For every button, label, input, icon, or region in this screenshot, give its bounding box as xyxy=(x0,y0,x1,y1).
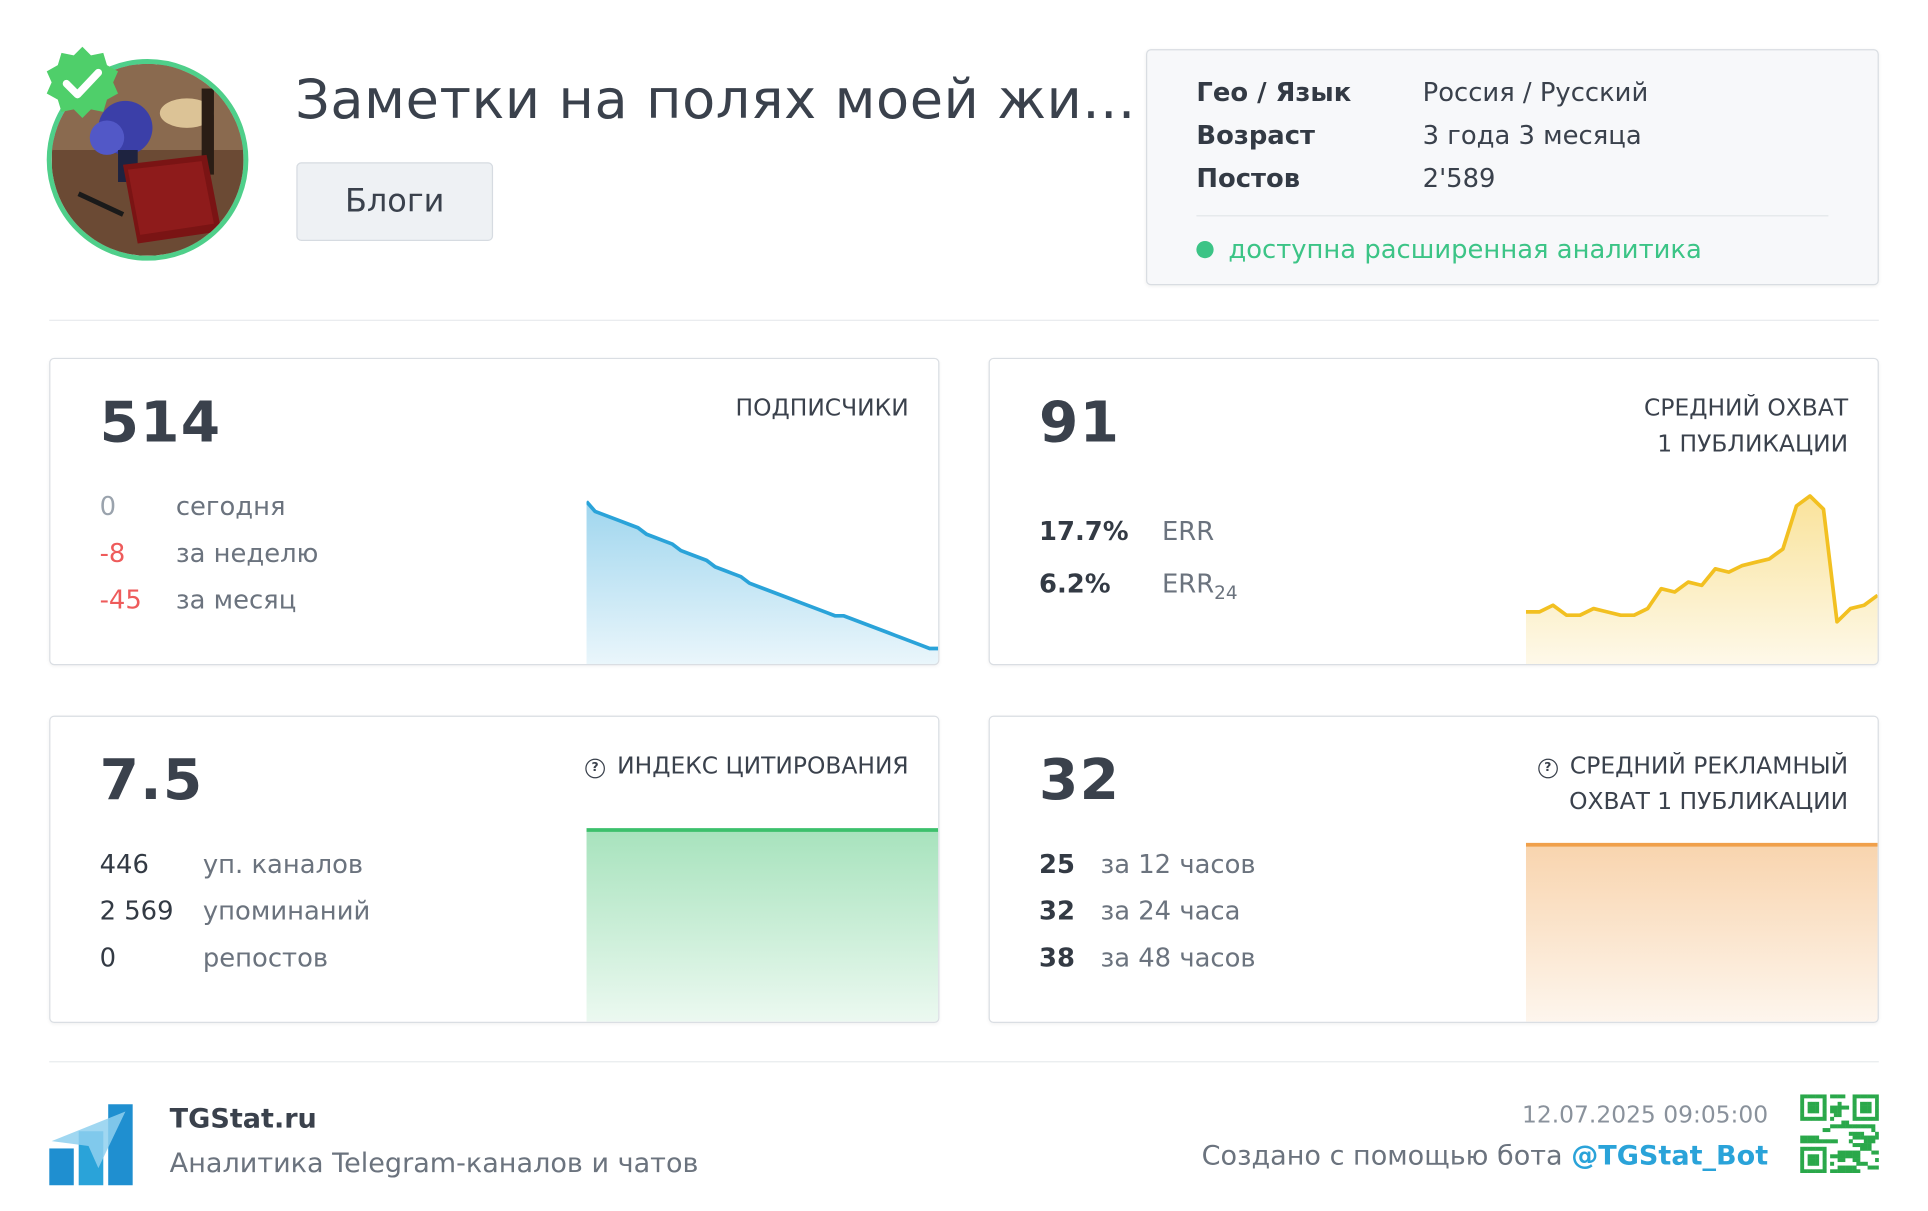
stat-number: -45 xyxy=(99,585,142,615)
subscribers-card: 514 ПОДПИСЧИКИ 0 сегодня -8 за неделю -4… xyxy=(49,357,940,666)
help-icon[interactable]: ? xyxy=(585,758,605,779)
reach-label-line1: СРЕДНИЙ ОХВАТ xyxy=(1644,394,1849,422)
err-subscript: 24 xyxy=(1214,581,1238,604)
sparkline-area xyxy=(586,829,939,1022)
info-key: Постов xyxy=(1196,163,1301,194)
citation-card: 7.5 ? ИНДЕКС ЦИТИРОВАНИЯ 446 уп. каналов … xyxy=(49,715,940,1024)
citation-index: 7.5 xyxy=(99,746,204,813)
qr-code-icon xyxy=(1800,1094,1879,1174)
info-value: 2'589 xyxy=(1422,163,1496,194)
stat-number: -8 xyxy=(99,538,126,569)
ad-reach-label-line2: ОХВАТ 1 ПУБЛИКАЦИИ xyxy=(1569,788,1849,816)
stat-text: ERR xyxy=(1161,516,1215,546)
brand-tagline: Аналитика Telegram-каналов и чатов xyxy=(169,1148,699,1180)
ad-reach-label: ? СРЕДНИЙ РЕКЛАМНЫЙ ОХВАТ 1 ПУБЛИКАЦИИ xyxy=(1537,749,1849,820)
status-dot-icon xyxy=(1196,241,1214,259)
sparkline-area xyxy=(1525,844,1878,1022)
tgstat-logo-icon[interactable] xyxy=(49,1104,133,1186)
reach-card: 91 СРЕДНИЙ ОХВАТ 1 ПУБЛИКАЦИИ 17.7% ERR … xyxy=(988,357,1879,666)
verified-badge-icon xyxy=(46,46,119,119)
stat-text: репостов xyxy=(202,943,329,973)
info-divider xyxy=(1196,215,1829,217)
citation-label: ? ИНДЕКС ЦИТИРОВАНИЯ xyxy=(585,749,909,785)
header-divider xyxy=(49,319,1879,321)
subscribers-sparkline xyxy=(586,482,939,664)
stat-text: за 12 часов xyxy=(1100,849,1256,880)
sparkline-area xyxy=(586,501,939,664)
channel-info-panel: Гео / Язык Россия / Русский Возраст 3 го… xyxy=(1145,49,1879,286)
channel-avatar-wrap xyxy=(46,46,249,261)
reach-value: 91 xyxy=(1039,388,1121,455)
stat-text: упоминаний xyxy=(202,896,371,926)
stat-text: ERR24 xyxy=(1162,569,1238,604)
citation-label-text: ИНДЕКС ЦИТИРОВАНИЯ xyxy=(617,752,909,780)
info-value: 3 года 3 месяца xyxy=(1422,120,1642,151)
stat-text: за 48 часов xyxy=(1100,943,1256,973)
footer-divider xyxy=(49,1061,1879,1063)
analytics-note-text: доступна расширенная аналитика xyxy=(1228,234,1702,265)
category-button[interactable]: Блоги xyxy=(296,162,494,242)
reach-label-line2: 1 ПУБЛИКАЦИИ xyxy=(1657,430,1849,458)
stat-number: 6.2% xyxy=(1039,569,1111,599)
stat-number: 32 xyxy=(1039,896,1075,926)
stat-number: 25 xyxy=(1039,849,1075,880)
analytics-status: доступна расширенная аналитика xyxy=(1196,234,1702,265)
ad-reach-card: 32 ? СРЕДНИЙ РЕКЛАМНЫЙ ОХВАТ 1 ПУБЛИКАЦИИ… xyxy=(988,715,1879,1024)
reach-label: СРЕДНИЙ ОХВАТ 1 ПУБЛИКАЦИИ xyxy=(1644,391,1848,462)
info-key: Гео / Язык xyxy=(1196,77,1352,107)
info-key: Возраст xyxy=(1196,120,1316,151)
stat-number: 38 xyxy=(1039,943,1075,973)
err-label: ERR xyxy=(1161,569,1215,599)
timestamp: 12.07.2025 09:05:00 xyxy=(1522,1101,1769,1129)
stat-text: сегодня xyxy=(175,491,286,522)
stat-text: за месяц xyxy=(175,585,297,615)
subscribers-count: 514 xyxy=(99,388,222,455)
citation-sparkline xyxy=(586,820,939,1022)
info-value: Россия / Русский xyxy=(1422,77,1649,107)
brand-name[interactable]: TGStat.ru xyxy=(170,1104,317,1135)
stat-number: 2 569 xyxy=(99,896,174,926)
bot-link[interactable]: @TGStat_Bot xyxy=(1571,1141,1768,1172)
created-with-text: Создано с помощью бота xyxy=(1201,1141,1572,1172)
channel-title: Заметки на полях моей жи... xyxy=(295,68,1136,132)
created-with-line: Создано с помощью бота @TGStat_Bot xyxy=(1202,1141,1769,1172)
reach-sparkline xyxy=(1525,480,1878,664)
ad-reach-label-line1: СРЕДНИЙ РЕКЛАМНЫЙ xyxy=(1569,752,1849,780)
ad-reach-sparkline xyxy=(1525,835,1878,1022)
stat-text: за 24 часа xyxy=(1100,896,1241,926)
stat-number: 0 xyxy=(99,943,117,973)
ad-reach-value: 32 xyxy=(1039,746,1121,813)
stat-number: 17.7% xyxy=(1039,516,1129,546)
help-icon[interactable]: ? xyxy=(1537,758,1558,779)
stat-text: за неделю xyxy=(175,538,319,569)
stat-number: 0 xyxy=(99,491,117,522)
stat-text: уп. каналов xyxy=(202,849,364,880)
stat-number: 446 xyxy=(99,849,149,880)
subscribers-label: ПОДПИСЧИКИ xyxy=(735,394,909,422)
